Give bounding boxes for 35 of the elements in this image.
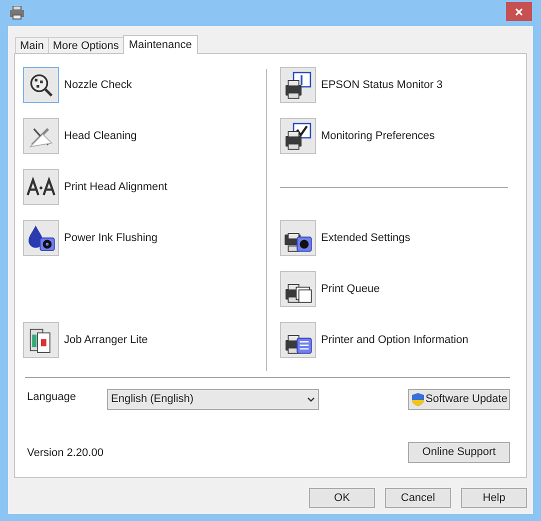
- tool-button[interactable]: [280, 271, 316, 307]
- version-text: Version 2.20.00: [26, 446, 104, 461]
- tool-label[interactable]: Nozzle Check: [64, 76, 132, 94]
- dialog-button[interactable]: Cancel: [385, 488, 451, 508]
- tool-button[interactable]: [280, 67, 316, 103]
- tool-label[interactable]: Print Head Alignment: [64, 178, 168, 196]
- tool-button[interactable]: [280, 322, 316, 358]
- tab[interactable]: Maintenance: [122, 35, 198, 54]
- tool-button[interactable]: [280, 118, 316, 154]
- chevron-down-icon: [307, 397, 315, 402]
- dialog-button[interactable]: Help: [461, 488, 527, 508]
- tool-button[interactable]: [23, 322, 59, 358]
- dialog-button[interactable]: OK: [309, 488, 375, 508]
- tool-button[interactable]: [23, 220, 59, 256]
- close-button[interactable]: [506, 2, 532, 21]
- tool-label[interactable]: Monitoring Preferences: [321, 128, 435, 144]
- tool-label[interactable]: Print Queue: [321, 280, 380, 298]
- shield-icon: [410, 392, 425, 407]
- tool-button[interactable]: [280, 220, 316, 256]
- tool-label[interactable]: Head Cleaning: [64, 128, 137, 144]
- tool-label[interactable]: Power Ink Flushing: [64, 230, 158, 246]
- software-update-button[interactable]: Software Update: [408, 389, 510, 410]
- tool-label[interactable]: Job Arranger Lite: [64, 332, 148, 348]
- tool-label[interactable]: Printer and Option Information: [321, 332, 468, 348]
- tool-label[interactable]: Extended Settings: [321, 230, 410, 246]
- online-support-button[interactable]: Online Support: [408, 442, 510, 463]
- language-dropdown[interactable]: English (English): [107, 389, 319, 410]
- printer-icon: [9, 6, 25, 20]
- tab[interactable]: More Options: [48, 37, 124, 53]
- tool-button[interactable]: [23, 169, 59, 205]
- tab[interactable]: Main: [15, 37, 49, 53]
- close-icon: [515, 8, 523, 16]
- tool-button[interactable]: [23, 67, 59, 103]
- tool-label[interactable]: EPSON Status Monitor 3: [321, 76, 443, 94]
- language-label: Language: [26, 390, 77, 406]
